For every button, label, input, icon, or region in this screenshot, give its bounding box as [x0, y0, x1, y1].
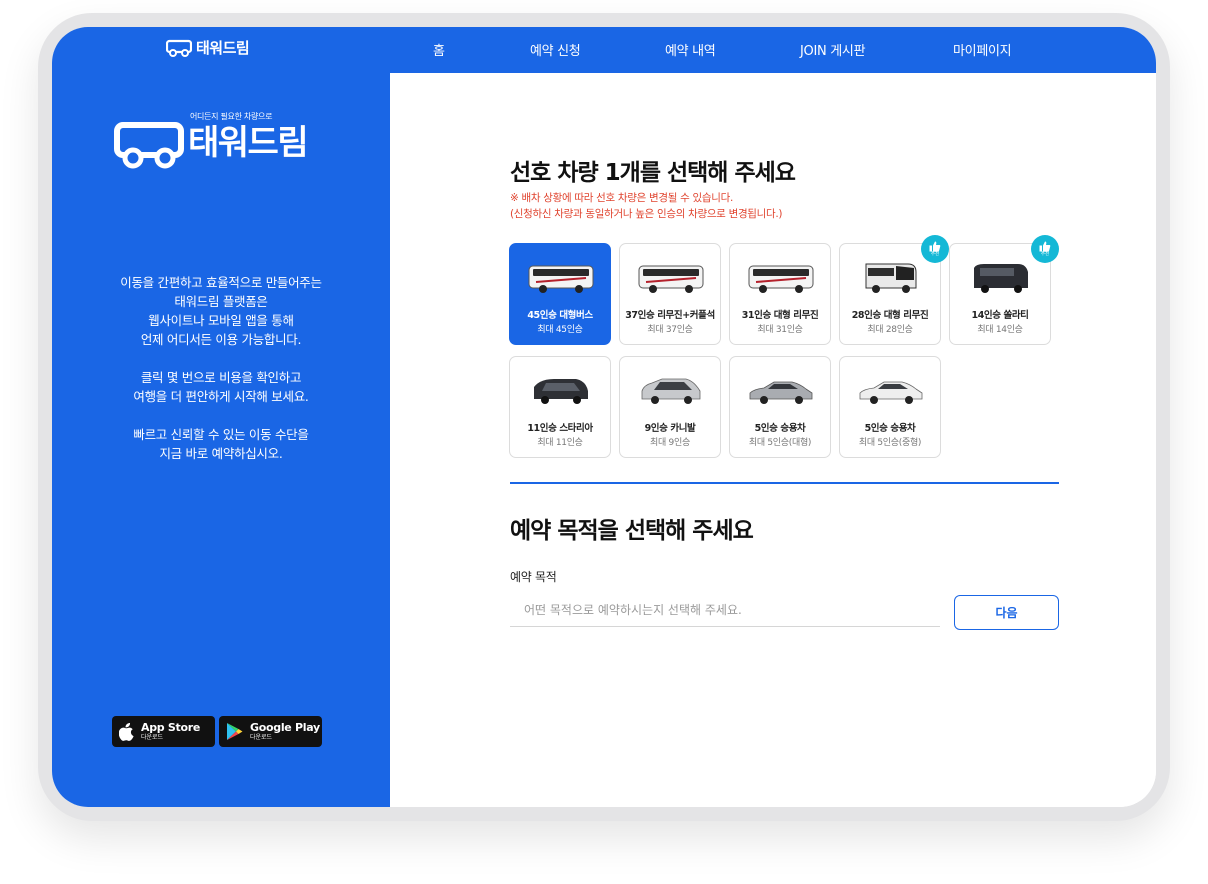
sidebar: 태워드림 어디든지 필요한 차량으로 태워드림 이동을 간편하고 효율적으로 만…: [52, 27, 390, 807]
vehicle-capacity: 최대 11인승: [537, 438, 583, 448]
vehicle-card-37-limousine[interactable]: 37인승 리무진+커플석 최대 37인승: [619, 243, 721, 345]
bus-icon: [528, 265, 594, 293]
sidebar-paragraph: 이동을 간편하고 효율적으로 만들어주는 태워드림 플랫폼은 웹사이트나 모바일…: [120, 275, 322, 347]
vehicle-card-5-sedan-medium[interactable]: 5인승 승용차 최대 5인승(중형): [839, 356, 941, 458]
vehicle-name: 31인승 대형 리무진: [741, 310, 819, 321]
sidebar-description: 이동을 간편하고 효율적으로 만들어주는 태워드림 플랫폼은 웹사이트나 모바일…: [52, 273, 390, 482]
google-play-sublabel: 다운로드: [250, 734, 273, 741]
google-play-label: Google Play: [250, 721, 320, 734]
suv-icon: [641, 378, 701, 404]
app-store-sublabel: 다운로드: [141, 734, 164, 741]
purpose-field-label: 예약 목적: [510, 570, 557, 584]
vehicle-name: 5인승 승용차: [864, 423, 916, 434]
thumbs-up-icon: [1039, 241, 1051, 252]
vehicle-name: 45인승 대형버스: [527, 310, 593, 321]
header-logo-text: 태워드림: [196, 39, 250, 57]
vehicle-name: 28인승 대형 리무진: [851, 310, 929, 321]
vehicle-capacity: 최대 28인승: [867, 325, 913, 335]
van-icon: [974, 264, 1028, 293]
app-screen: 태워드림 어디든지 필요한 차량으로 태워드림 이동을 간편하고 효율적으로 만…: [52, 27, 1156, 807]
section-divider: [510, 482, 1059, 484]
vehicle-capacity: 최대 14인승: [977, 325, 1023, 335]
main-content: 선호 차량 1개를 선택해 주세요 ※ 배차 상황에 따라 선호 차량은 변경될…: [390, 73, 1156, 807]
thumbs-up-icon: [929, 241, 941, 252]
vehicle-section-title: 선호 차량 1개를 선택해 주세요: [510, 160, 796, 186]
app-store-label: App Store: [141, 721, 201, 734]
main-nav: 홈 예약 신청 예약 내역 JOIN 게시판 마이페이지: [390, 27, 1156, 73]
vehicle-notice-1: ※ 배차 상황에 따라 선호 차량은 변경될 수 있습니다.: [510, 192, 734, 204]
vehicle-name: 14인승 쏠라티: [971, 310, 1029, 321]
vehicle-card-28-limousine[interactable]: 28인승 대형 리무진 최대 28인승 추천: [839, 235, 949, 345]
sedan-icon: [859, 381, 923, 404]
vehicle-capacity: 최대 31인승: [757, 325, 803, 335]
brand-logo-text: 태워드림: [188, 123, 309, 163]
header-logo[interactable]: 태워드림: [166, 37, 250, 58]
nav-item-reservation-request[interactable]: 예약 신청: [530, 40, 581, 59]
vehicle-capacity: 최대 45인승: [537, 325, 583, 335]
recommended-badge: 추천: [921, 235, 949, 263]
sidebar-paragraph: 클릭 몇 번으로 비용을 확인하고 여행을 더 편안하게 시작해 보세요.: [133, 370, 309, 404]
car-logo-icon: [166, 39, 192, 57]
brand-tagline: 어디든지 필요한 차량으로: [190, 112, 273, 121]
app-store-button[interactable]: App Store 다운로드: [112, 716, 215, 747]
apple-icon: [119, 722, 134, 741]
minivan-icon: [534, 379, 588, 404]
vehicle-name: 11인승 스타리아: [527, 423, 593, 434]
vehicle-name: 37인승 리무진+커플석: [625, 310, 715, 321]
recommended-label: 추천: [1040, 252, 1050, 257]
vehicle-card-45-bus[interactable]: 45인승 대형버스 최대 45인승: [509, 243, 611, 345]
sedan-icon: [749, 381, 813, 404]
recommended-label: 추천: [930, 252, 940, 257]
vehicle-capacity: 최대 37인승: [647, 325, 693, 335]
nav-item-mypage[interactable]: 마이페이지: [953, 40, 1012, 59]
vehicle-card-11-staria[interactable]: 11인승 스타리아 최대 11인승: [509, 356, 611, 458]
bus-icon: [748, 265, 814, 293]
coach-icon: [865, 263, 917, 293]
brand-logo: 어디든지 필요한 차량으로 태워드림: [114, 109, 334, 169]
vehicle-name: 9인승 카니발: [644, 423, 696, 434]
next-button[interactable]: 다음: [954, 595, 1059, 630]
vehicle-capacity: 최대 9인승: [650, 438, 690, 448]
nav-item-join-board[interactable]: JOIN 게시판: [800, 40, 866, 59]
google-play-button[interactable]: Google Play 다운로드: [219, 716, 322, 747]
vehicle-name: 5인승 승용차: [754, 423, 806, 434]
car-logo-icon: [114, 122, 184, 169]
google-play-icon: [227, 723, 243, 740]
nav-item-home[interactable]: 홈: [433, 40, 445, 59]
bus-icon: [638, 265, 704, 293]
purpose-section-title: 예약 목적을 선택해 주세요: [510, 518, 754, 544]
vehicle-card-5-sedan-large[interactable]: 5인승 승용차 최대 5인승(대형): [729, 356, 831, 458]
vehicle-card-9-carnival[interactable]: 9인승 카니발 최대 9인승: [619, 356, 721, 458]
nav-item-reservation-history[interactable]: 예약 내역: [665, 40, 716, 59]
recommended-badge: 추천: [1031, 235, 1059, 263]
vehicle-capacity: 최대 5인승(대형): [748, 438, 812, 448]
vehicle-card-14-solati[interactable]: 14인승 쏠라티 최대 14인승 추천: [949, 235, 1059, 345]
purpose-input[interactable]: [510, 593, 940, 627]
sidebar-paragraph: 빠르고 신뢰할 수 있는 이동 수단을 지금 바로 예약하십시오.: [133, 427, 309, 461]
vehicle-capacity: 최대 5인승(중형): [858, 438, 922, 448]
vehicle-notice-2: (신청하신 차량과 동일하거나 높은 인승의 차량으로 변경됩니다.): [510, 208, 783, 220]
vehicle-card-31-limousine[interactable]: 31인승 대형 리무진 최대 31인승: [729, 243, 831, 345]
